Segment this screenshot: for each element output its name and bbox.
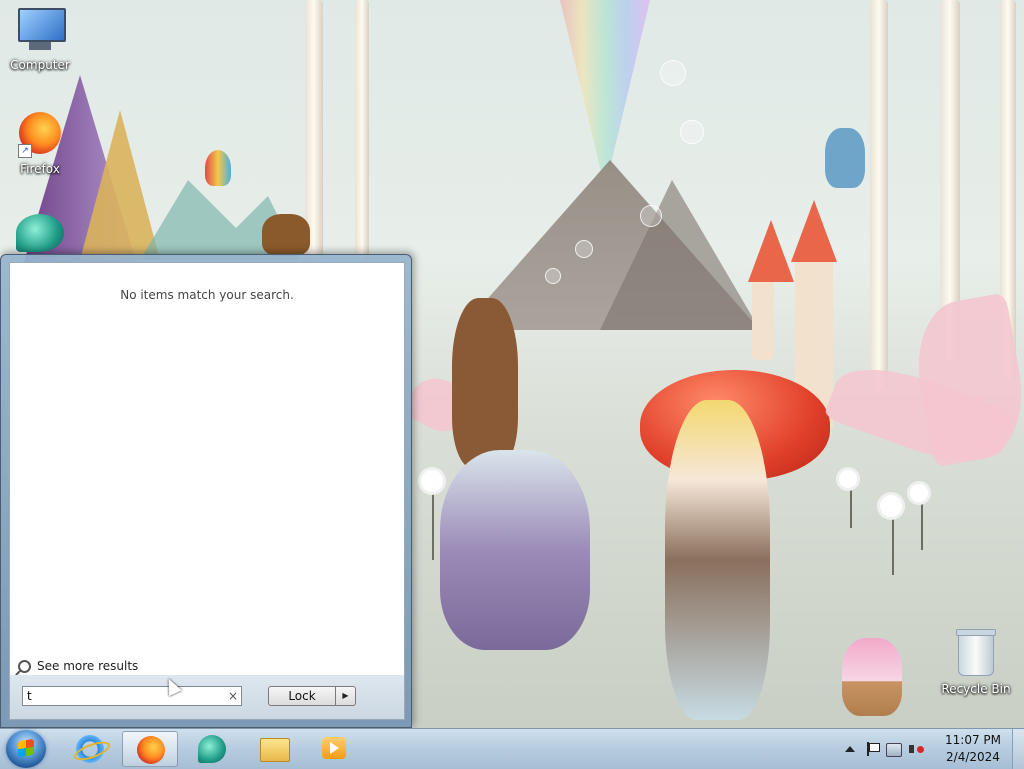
wallpaper-flower	[839, 470, 857, 488]
wallpaper-flower-stem	[432, 490, 434, 560]
desktop-icon-label: Computer	[10, 58, 70, 72]
shortcut-arrow-icon: ↗	[18, 144, 32, 158]
windows-logo-icon	[18, 738, 34, 758]
network-icon[interactable]	[886, 741, 902, 757]
wallpaper-rays	[560, 0, 650, 170]
start-menu-bottom-bar: × Lock ▶	[9, 675, 405, 720]
wallpaper-flower	[421, 470, 443, 492]
show-hidden-icons-button[interactable]	[842, 741, 858, 757]
wallpaper-flower-stem	[850, 488, 852, 528]
taskbar-clock[interactable]: 11:07 PM 2/4/2024	[938, 732, 1008, 766]
firefox-icon: ↗	[16, 112, 64, 160]
wallpaper-birch-trunk	[305, 0, 323, 260]
wallpaper-flower-stem	[892, 515, 894, 575]
taskbar-internet-explorer[interactable]	[62, 731, 118, 767]
no-results-message: No items match your search.	[120, 288, 294, 302]
magnifier-icon	[18, 659, 31, 673]
desktop-icon-label: Firefox	[20, 162, 60, 176]
wallpaper-tower	[752, 280, 774, 360]
lock-button[interactable]: Lock	[268, 686, 336, 706]
wallpaper-bear-character	[452, 298, 518, 468]
wallpaper-owl-character	[825, 128, 865, 188]
wallpaper-flower-stem	[921, 500, 923, 550]
show-desktop-button[interactable]	[1012, 729, 1024, 769]
taskbar: 11:07 PM 2/4/2024	[0, 728, 1024, 769]
wallpaper-birch-trunk	[870, 0, 888, 390]
folder-icon	[260, 738, 290, 762]
wallpaper-cupcake	[842, 638, 902, 716]
clock-date: 2/4/2024	[946, 750, 1000, 764]
wallpaper-rabbit-character	[665, 400, 770, 720]
desktop-icon-recycle-bin[interactable]: Recycle Bin	[938, 629, 1014, 696]
clear-search-icon[interactable]: ×	[225, 689, 241, 703]
teal-app-icon	[198, 735, 226, 763]
start-menu: No items match your search. See more res…	[0, 254, 412, 728]
start-button[interactable]	[6, 730, 46, 768]
clock-time: 11:07 PM	[945, 733, 1001, 747]
desktop-icon-label: Recycle Bin	[941, 682, 1011, 696]
wallpaper-mouse-character	[440, 450, 590, 650]
desktop-icon-firefox[interactable]: ↗ Firefox	[2, 112, 78, 176]
recycle-bin-icon	[952, 629, 1000, 680]
firefox-icon	[137, 736, 165, 764]
computer-icon	[16, 8, 66, 56]
start-search-box[interactable]: ×	[22, 686, 242, 706]
taskbar-teal-app[interactable]	[184, 731, 240, 767]
power-options-arrow-icon[interactable]: ▶	[336, 686, 356, 706]
see-more-results-link[interactable]: See more results	[18, 659, 138, 673]
start-search-input[interactable]	[23, 688, 225, 704]
see-more-results-label: See more results	[37, 659, 139, 673]
wallpaper-bubble	[640, 205, 662, 227]
media-player-icon	[322, 737, 346, 759]
wallpaper-chestnut-character	[262, 214, 310, 256]
wallpaper-bubble	[575, 240, 593, 258]
wallpaper-birch-trunk	[355, 0, 369, 260]
system-tray	[842, 729, 924, 769]
desktop-icon-computer[interactable]: Computer	[2, 8, 78, 72]
wallpaper-bubble	[545, 268, 561, 284]
wallpaper-bubble	[660, 60, 686, 86]
taskbar-firefox[interactable]	[122, 731, 178, 767]
taskbar-windows-explorer[interactable]	[246, 731, 302, 767]
wallpaper-flower	[880, 495, 902, 517]
ie-icon	[71, 735, 113, 765]
search-results-pane: No items match your search. See more res…	[9, 262, 405, 676]
action-center-flag-icon[interactable]	[864, 741, 880, 757]
volume-muted-icon[interactable]	[908, 741, 924, 757]
wallpaper-flower	[910, 484, 928, 502]
wallpaper-bubble	[680, 120, 704, 144]
taskbar-media-player[interactable]	[306, 731, 362, 767]
wallpaper-hot-air-balloon	[205, 150, 231, 186]
chevron-up-icon	[845, 746, 855, 752]
